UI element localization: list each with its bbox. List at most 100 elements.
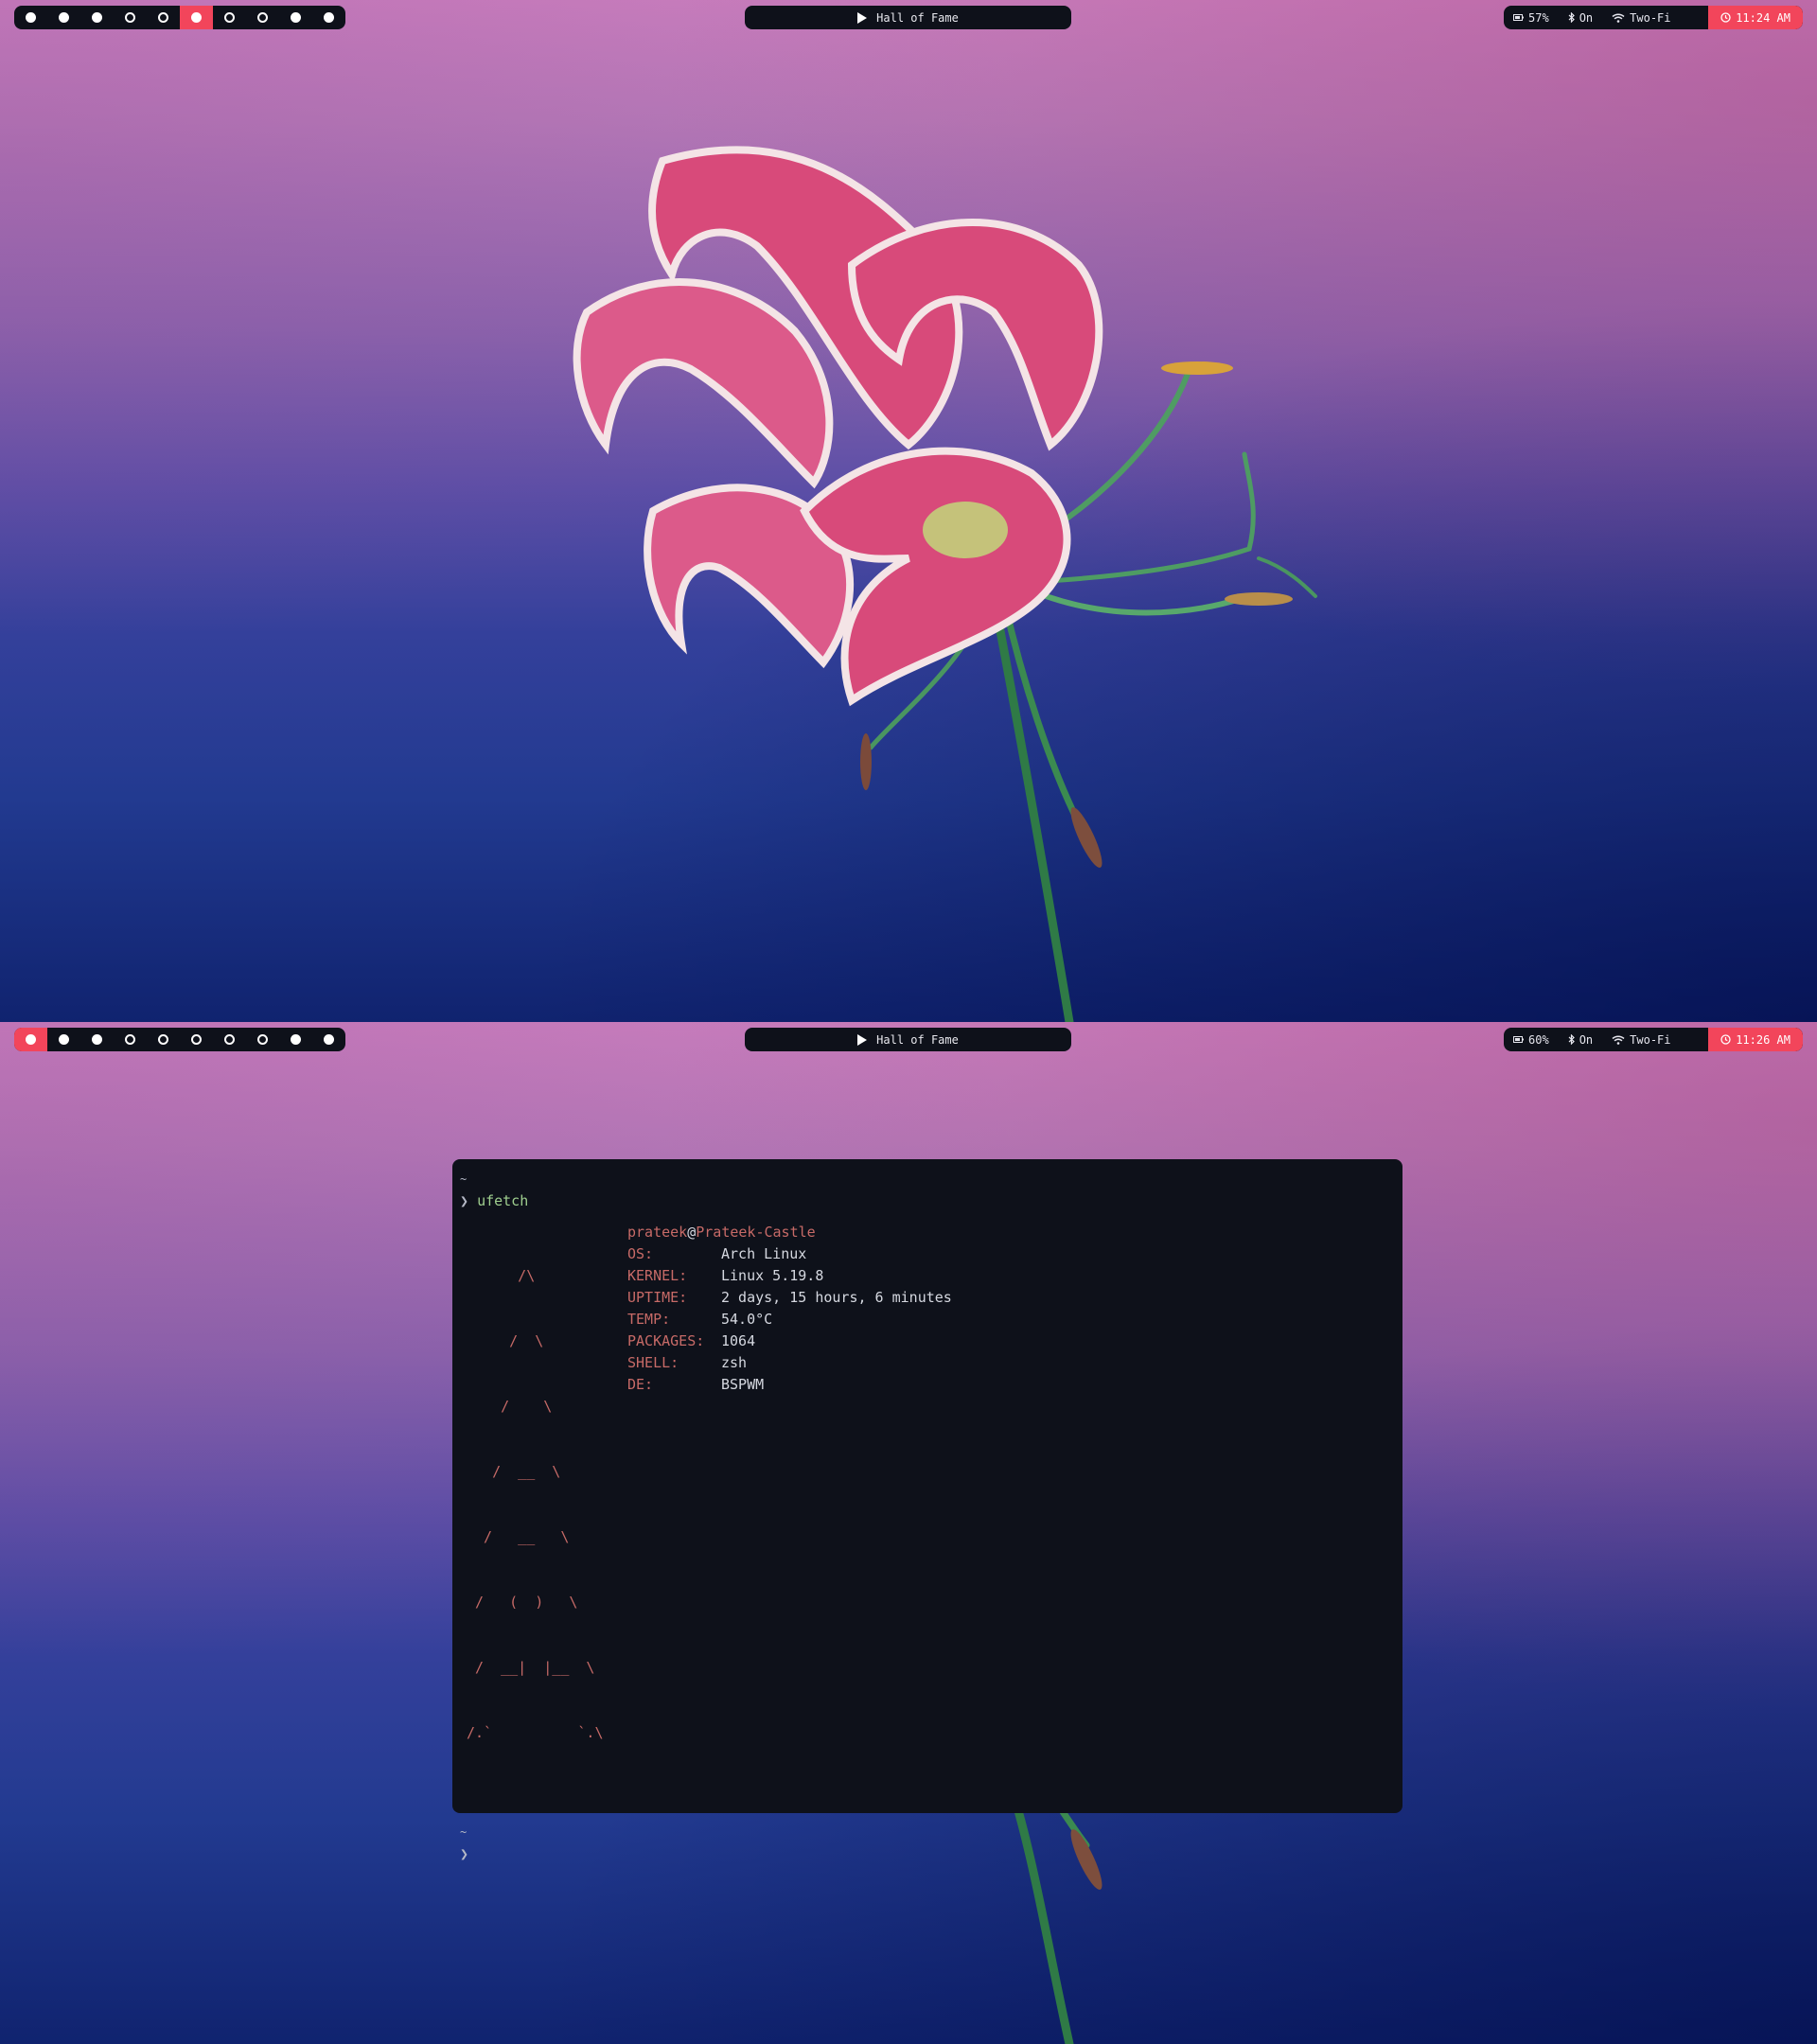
workspace-dot-icon xyxy=(191,12,202,23)
workspace-10[interactable] xyxy=(312,1028,345,1051)
workspace-6[interactable] xyxy=(180,6,213,29)
workspace-dot-icon xyxy=(291,1034,301,1045)
info-row-temp: TEMP: 54.0°C xyxy=(627,1309,952,1330)
bluetooth-icon xyxy=(1568,1034,1575,1045)
media-widget[interactable]: Hall of Fame xyxy=(745,6,1071,29)
workspace-10[interactable] xyxy=(312,6,345,29)
ascii-line: /.` `.\ xyxy=(467,1724,604,1741)
wallpaper-lily-flower xyxy=(573,146,1317,1022)
workspace-5[interactable] xyxy=(147,1028,180,1051)
screen-1-desktop: Hall of Fame 57% On Two-Fi 11:24 AM xyxy=(0,0,1817,1022)
workspace-dot-icon xyxy=(125,12,135,23)
terminal-window[interactable]: ~ ❯ ufetch /\ / \ / \ / __ \ / __ \ / ( … xyxy=(452,1159,1402,1862)
info-row-packages: PACKAGES: 1064 xyxy=(627,1330,952,1352)
user-host: prateek @ Prateek-Castle xyxy=(627,1222,952,1243)
status-bar: 57% On Two-Fi 11:24 AM xyxy=(1504,6,1803,29)
ascii-line: / ( ) \ xyxy=(467,1594,578,1611)
info-value: BSPWM xyxy=(721,1376,765,1393)
wifi-status[interactable]: Two-Fi xyxy=(1602,1028,1680,1051)
info-key: DE: xyxy=(627,1376,654,1393)
workspace-bar xyxy=(14,6,345,29)
bluetooth-state: On xyxy=(1579,1032,1594,1047)
workspace-dot-icon xyxy=(324,1034,334,1045)
terminal-cwd: ~ xyxy=(460,1172,467,1186)
workspace-4[interactable] xyxy=(114,1028,147,1051)
ufetch-output: /\ / \ / \ / __ \ / __ \ / ( ) \ / __| |… xyxy=(467,1222,1395,1788)
workspace-2[interactable] xyxy=(47,1028,80,1051)
workspace-4[interactable] xyxy=(114,6,147,29)
bluetooth-icon xyxy=(1568,12,1575,23)
terminal-command-line: ❯ ufetch xyxy=(460,1190,1395,1212)
workspace-2[interactable] xyxy=(47,6,80,29)
battery-icon xyxy=(1513,1036,1524,1043)
info-value: zsh xyxy=(721,1354,748,1371)
workspace-7[interactable] xyxy=(213,6,246,29)
workspace-dot-icon xyxy=(158,12,168,23)
workspace-dot-icon xyxy=(224,1034,235,1045)
ascii-line: / __ \ xyxy=(467,1463,561,1480)
terminal-cwd-next: ~ xyxy=(460,1825,467,1839)
play-icon[interactable] xyxy=(857,11,868,24)
info-row-de: DE: BSPWM xyxy=(627,1374,952,1396)
workspace-1[interactable] xyxy=(14,6,47,29)
wifi-status[interactable]: Two-Fi xyxy=(1602,6,1680,29)
bluetooth-state: On xyxy=(1579,10,1594,25)
info-value: Linux 5.19.8 xyxy=(721,1267,824,1284)
workspace-3[interactable] xyxy=(80,1028,114,1051)
at-sign: @ xyxy=(687,1224,697,1241)
ascii-line: / __| |__ \ xyxy=(467,1659,595,1676)
info-value: 1064 xyxy=(721,1332,756,1349)
info-row-shell: SHELL: zsh xyxy=(627,1352,952,1374)
prompt-symbol: ❯ xyxy=(460,1845,469,1862)
workspace-7[interactable] xyxy=(213,1028,246,1051)
hostname: Prateek-Castle xyxy=(696,1224,816,1241)
workspace-dot-icon xyxy=(125,1034,135,1045)
workspace-5[interactable] xyxy=(147,6,180,29)
info-key: SHELL: xyxy=(627,1354,679,1371)
bluetooth-status[interactable]: On xyxy=(1559,6,1602,29)
ascii-line: / \ xyxy=(467,1332,544,1349)
wifi-icon xyxy=(1612,1035,1625,1045)
play-icon[interactable] xyxy=(857,1033,868,1046)
arch-logo-ascii: /\ / \ / \ / __ \ / __ \ / ( ) \ / __| |… xyxy=(467,1222,627,1788)
wifi-icon xyxy=(1612,13,1625,23)
info-row-kernel: KERNEL: Linux 5.19.8 xyxy=(627,1265,952,1287)
battery-level: 60% xyxy=(1528,1032,1549,1047)
media-title: Hall of Fame xyxy=(876,1032,959,1047)
info-key: KERNEL: xyxy=(627,1267,688,1284)
workspace-1[interactable] xyxy=(14,1028,47,1051)
workspace-dot-icon xyxy=(59,1034,69,1045)
battery-status[interactable]: 57% xyxy=(1504,6,1559,29)
battery-level: 57% xyxy=(1528,10,1549,25)
workspace-bar xyxy=(14,1028,345,1051)
bluetooth-status[interactable]: On xyxy=(1559,1028,1602,1051)
battery-status[interactable]: 60% xyxy=(1504,1028,1559,1051)
status-bar: 60% On Two-Fi 11:26 AM xyxy=(1504,1028,1803,1051)
system-info: prateek @ Prateek-Castle OS: Arch Linux KER… xyxy=(627,1222,952,1788)
workspace-3[interactable] xyxy=(80,6,114,29)
workspace-9[interactable] xyxy=(279,1028,312,1051)
info-row-os: OS: Arch Linux xyxy=(627,1243,952,1265)
workspace-dot-icon xyxy=(257,1034,268,1045)
clock-widget[interactable]: 11:24 AM xyxy=(1708,6,1803,29)
workspace-dot-icon xyxy=(224,12,235,23)
clock-icon xyxy=(1720,12,1731,23)
workspace-6[interactable] xyxy=(180,1028,213,1051)
workspace-dot-icon xyxy=(92,12,102,23)
workspace-8[interactable] xyxy=(246,1028,279,1051)
prompt-symbol: ❯ xyxy=(460,1192,469,1209)
wifi-network: Two-Fi xyxy=(1630,1032,1671,1047)
workspace-8[interactable] xyxy=(246,6,279,29)
clock-time: 11:24 AM xyxy=(1736,10,1791,25)
clock-time: 11:26 AM xyxy=(1736,1032,1791,1047)
terminal-input-line[interactable]: ❯ xyxy=(460,1843,1395,1865)
ascii-line: / __ \ xyxy=(467,1528,570,1545)
info-value: Arch Linux xyxy=(721,1245,807,1262)
media-widget[interactable]: Hall of Fame xyxy=(745,1028,1071,1051)
workspace-dot-icon xyxy=(26,1034,36,1045)
workspace-dot-icon xyxy=(26,12,36,23)
workspace-9[interactable] xyxy=(279,6,312,29)
clock-widget[interactable]: 11:26 AM xyxy=(1708,1028,1803,1051)
workspace-dot-icon xyxy=(158,1034,168,1045)
workspace-dot-icon xyxy=(59,12,69,23)
